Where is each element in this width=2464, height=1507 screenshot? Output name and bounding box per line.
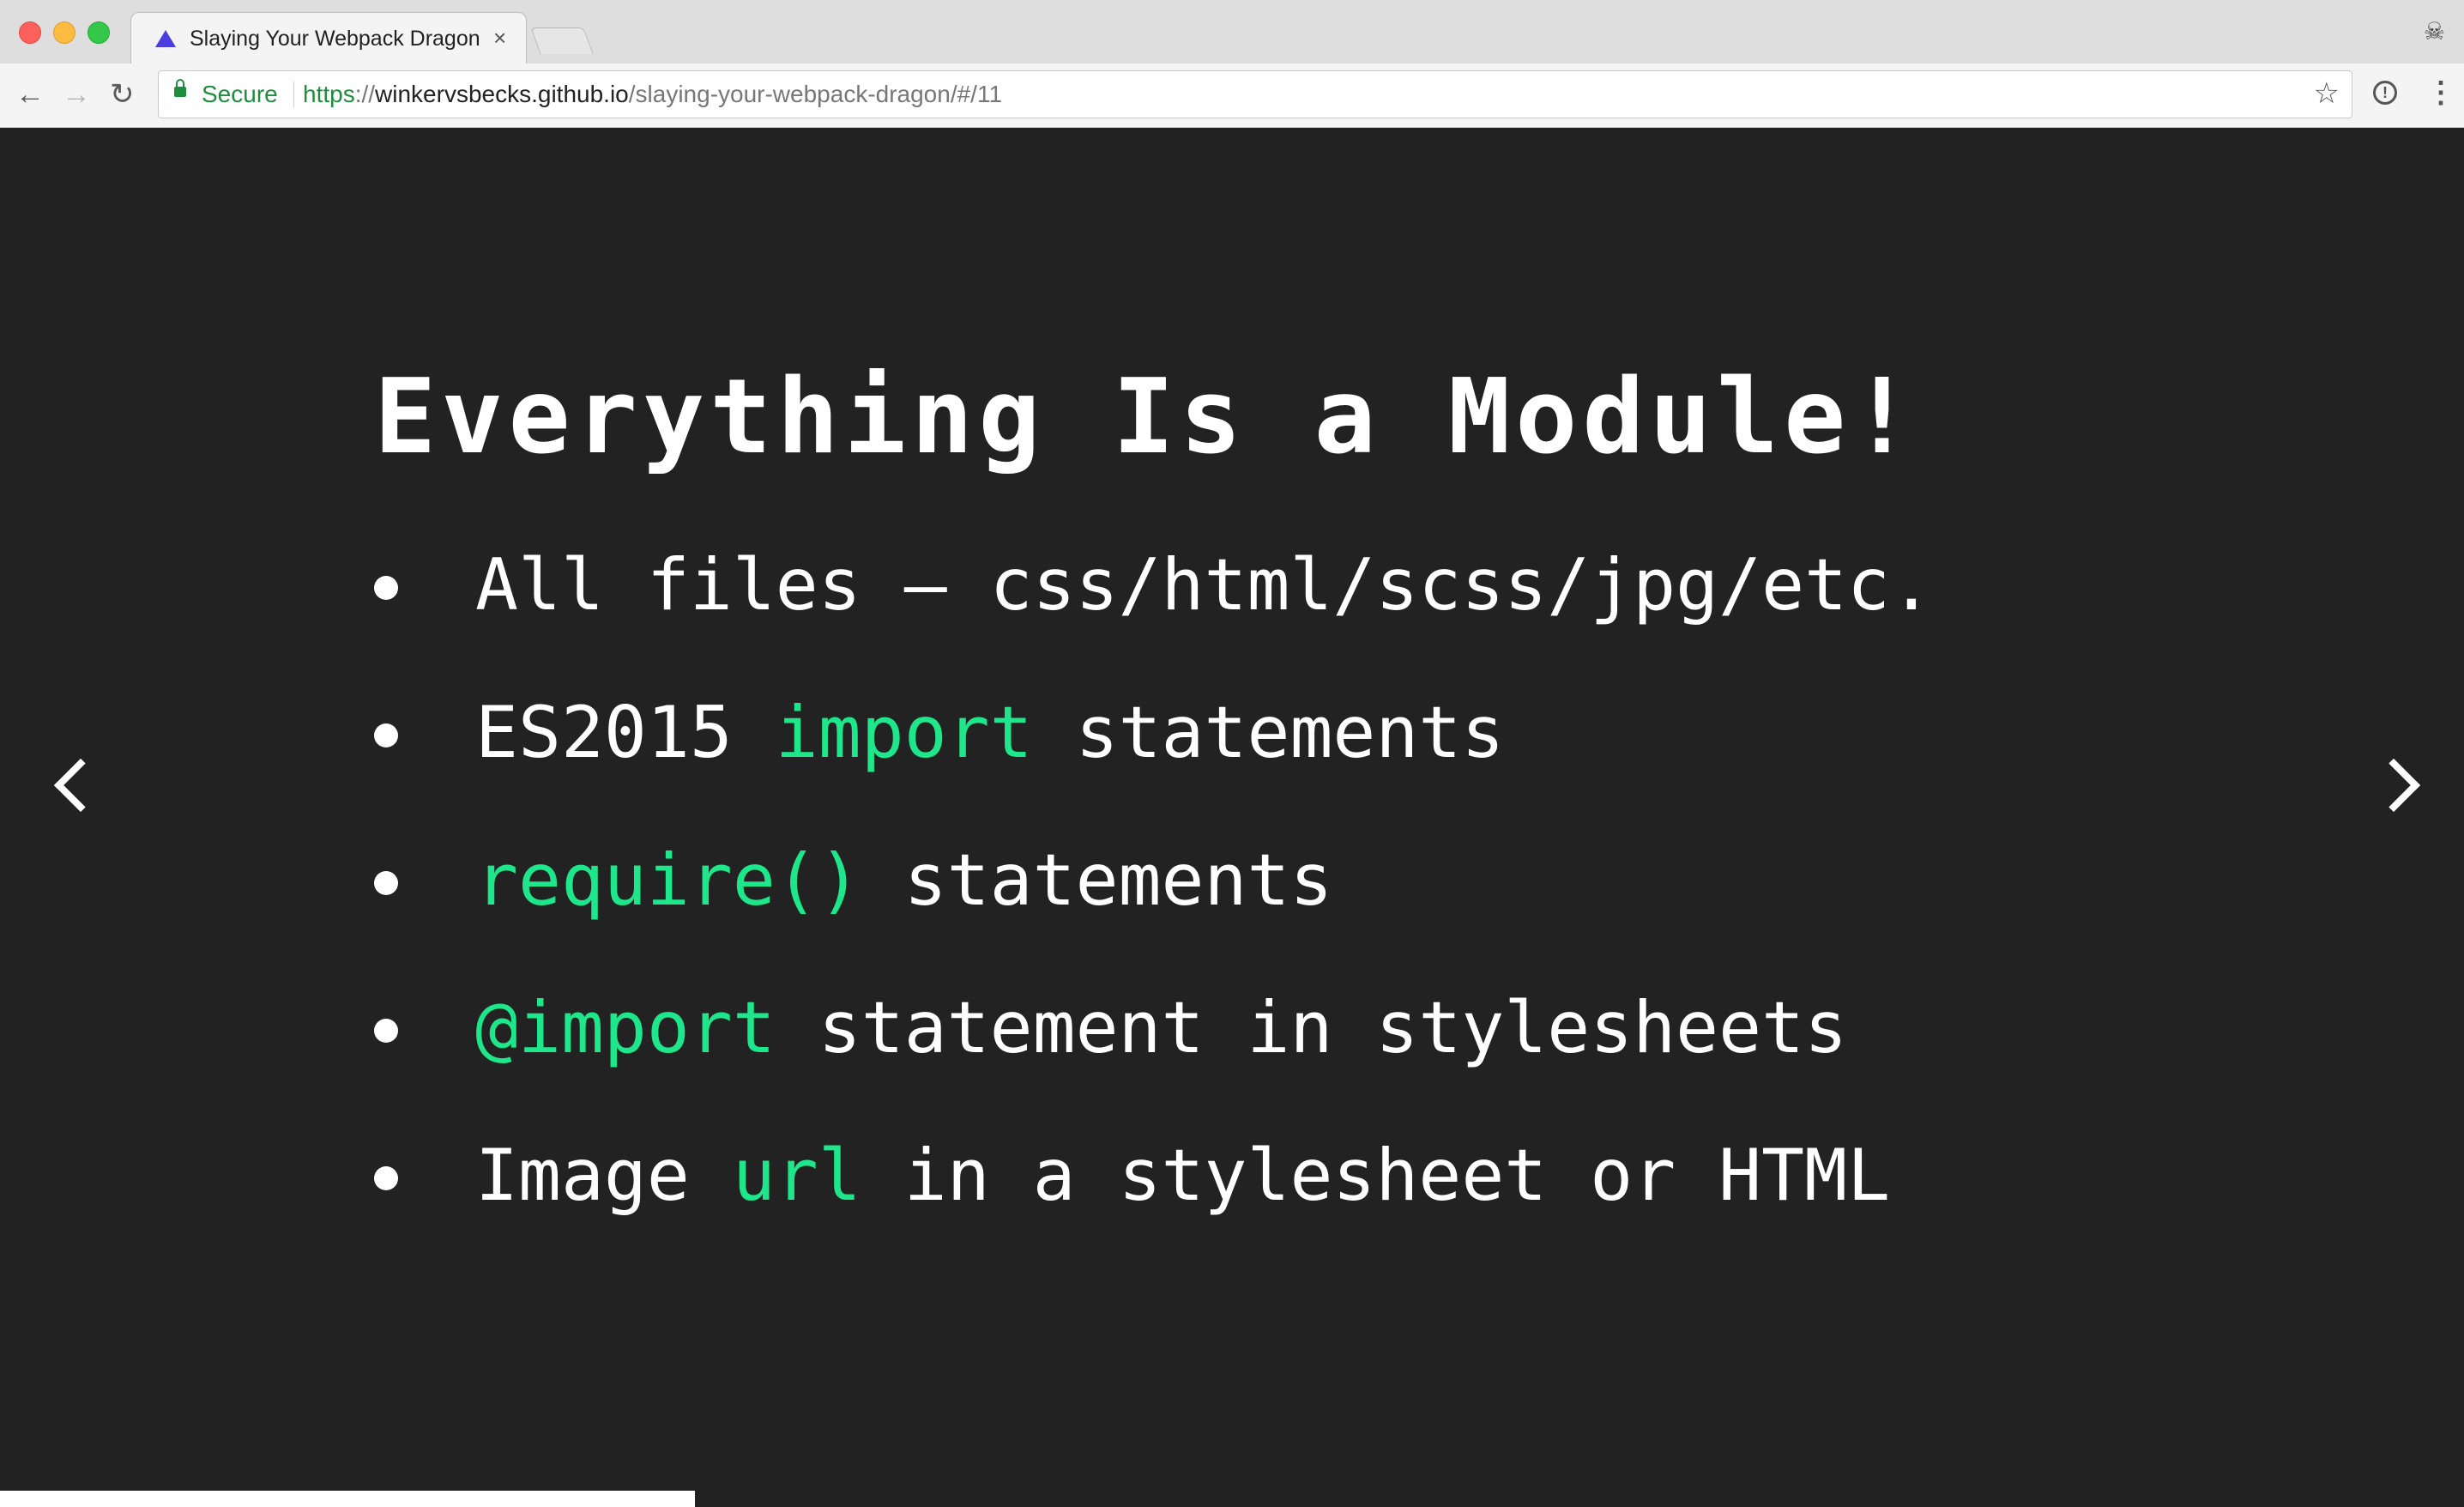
url-scheme: https	[303, 81, 355, 107]
browser-toolbar: ← → ↻ Secure https://winkervsbecks.githu…	[0, 64, 2464, 128]
browser-tab[interactable]: Slaying Your Webpack Dragon ×	[130, 12, 527, 66]
url-host: winkervsbecks.github.io	[375, 81, 629, 107]
bullet-item: ES2015 import statements	[369, 686, 1933, 833]
slide: Everything Is a Module! All files – css/…	[0, 128, 2464, 1507]
minimize-window-button[interactable]	[53, 21, 75, 44]
bullet-text: All files – css/html/scss/jpg/etc.	[475, 543, 1933, 626]
bullet-dot	[374, 1019, 398, 1043]
bullet-text: Image	[475, 1134, 733, 1217]
slide-progress-bar	[0, 1491, 2464, 1507]
star-icon[interactable]: ☆	[2314, 76, 2340, 111]
close-icon[interactable]: ×	[493, 25, 506, 51]
bullet-text: in a stylesheet or HTML	[861, 1134, 1891, 1217]
bullet-item: Image url in a stylesheet or HTML	[369, 1129, 1933, 1276]
bullet-text: statements	[1032, 691, 1505, 774]
bullet-dot	[374, 871, 398, 895]
kebab-menu-icon[interactable]: ⋮	[2426, 76, 2455, 110]
bullet-text: ES2015	[475, 691, 776, 774]
slide-progress-fill	[0, 1491, 695, 1507]
slide-title: Everything Is a Module!	[374, 358, 1918, 477]
address-bar[interactable]: Secure https://winkervsbecks.github.io/s…	[158, 70, 2352, 118]
code-keyword: import	[775, 691, 1033, 774]
incognito-icon[interactable]: ☠	[2424, 17, 2445, 45]
address-divider	[293, 82, 294, 107]
arrow-left-icon[interactable]: ←	[15, 77, 45, 112]
browser-title-bar: Slaying Your Webpack Dragon × ☠	[0, 0, 2464, 66]
bullet-text: statement in stylesheets	[775, 986, 1848, 1069]
new-tab-button[interactable]	[530, 27, 594, 54]
next-slide-icon[interactable]	[2366, 758, 2421, 813]
lock-icon	[174, 79, 186, 97]
bullet-text: statements	[861, 838, 1333, 922]
bullet-list: All files – css/html/scss/jpg/etc. ES201…	[369, 538, 1933, 1276]
bullet-item: require() statements	[369, 833, 1933, 981]
bullet-dot	[374, 723, 398, 747]
previous-slide-icon[interactable]	[53, 758, 108, 813]
code-keyword: @import	[475, 986, 776, 1069]
info-circle-icon[interactable]: !	[2373, 81, 2397, 105]
url-separator: ://	[354, 81, 376, 107]
secure-label[interactable]: Secure	[202, 81, 278, 108]
bullet-dot	[374, 1166, 398, 1190]
bullet-item: All files – css/html/scss/jpg/etc.	[369, 538, 1933, 686]
reload-icon[interactable]: ↻	[110, 77, 135, 112]
tab-title: Slaying Your Webpack Dragon	[190, 27, 480, 51]
triangle-icon	[155, 30, 176, 47]
code-keyword: url	[732, 1134, 861, 1217]
close-window-button[interactable]	[19, 21, 41, 44]
url-path: /slaying-your-webpack-dragon/#/11	[628, 81, 1003, 107]
bullet-dot	[374, 576, 398, 600]
code-keyword: require()	[475, 838, 861, 922]
zoom-window-button[interactable]	[88, 21, 110, 44]
bullet-item: @import statement in stylesheets	[369, 981, 1933, 1129]
url-text[interactable]: https://winkervsbecks.github.io/slaying-…	[303, 81, 1002, 108]
arrow-right-icon[interactable]: →	[62, 77, 91, 112]
